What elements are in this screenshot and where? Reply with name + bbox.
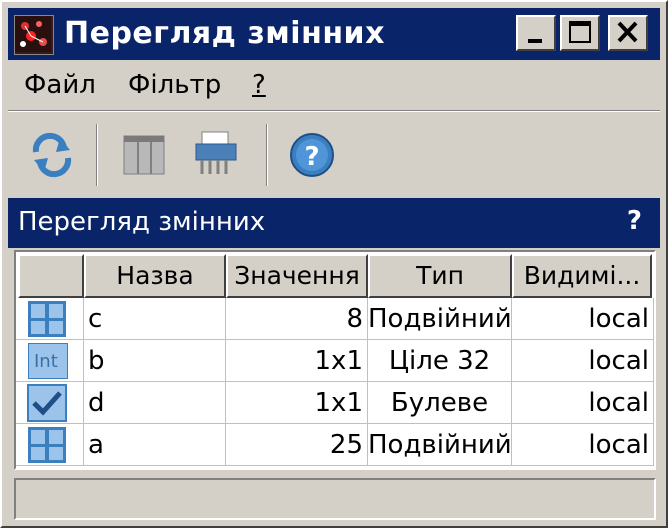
column-header-type[interactable]: Тип (368, 254, 512, 298)
row-value: 1x1 (226, 340, 368, 382)
toolbar-separator (96, 124, 98, 186)
checkmark-icon (27, 384, 67, 422)
panel-title: Перегляд змінних (18, 207, 266, 237)
menu-separator (8, 110, 660, 112)
status-bar (14, 478, 656, 520)
menu-bar: Файл Фільтр ? (8, 64, 660, 108)
row-type: Подвійний (368, 424, 512, 466)
row-icon-cell (16, 424, 84, 466)
row-value: 1x1 (226, 382, 368, 424)
refresh-button[interactable] (24, 128, 80, 182)
table-row[interactable]: a 25 Подвійний local (16, 424, 654, 466)
menu-help[interactable]: ? (252, 70, 266, 100)
close-icon (617, 21, 638, 43)
row-name: d (84, 382, 226, 424)
refresh-icon (32, 132, 72, 178)
row-type: Подвійний (368, 298, 512, 340)
panel-help-button[interactable]: ? (627, 206, 642, 236)
row-name: c (84, 298, 226, 340)
maximize-button[interactable] (560, 15, 600, 51)
row-visibility: local (512, 424, 654, 466)
row-icon-cell (16, 382, 84, 424)
menu-file[interactable]: Файл (24, 70, 96, 100)
toolbar: ? (8, 116, 660, 192)
minimize-button[interactable] (516, 15, 556, 51)
int-icon: Int (28, 343, 68, 379)
shredder-button[interactable] (190, 128, 246, 182)
toolbar-separator (266, 124, 268, 186)
row-icon-cell: Int (16, 340, 84, 382)
row-icon-cell (16, 298, 84, 340)
row-name: a (84, 424, 226, 466)
row-visibility: local (512, 382, 654, 424)
grid-icon (28, 301, 66, 337)
window-title: Перегляд змінних (64, 16, 385, 51)
columns-button[interactable] (118, 128, 174, 182)
table-row[interactable]: Int b 1x1 Ціле 32 local (16, 340, 654, 382)
svg-text:?: ? (304, 142, 319, 172)
row-visibility: local (512, 340, 654, 382)
column-header-value[interactable]: Значення (226, 254, 368, 298)
shredder-icon (195, 131, 237, 174)
title-bar[interactable]: Перегляд змінних (8, 8, 660, 60)
grid-icon (28, 427, 66, 463)
int-icon-label: Int (34, 351, 58, 372)
variables-window: Перегляд змінних Файл Фільтр ? ? Перегля… (0, 0, 668, 528)
columns-icon (123, 135, 165, 175)
table-row[interactable]: c 8 Подвійний local (16, 298, 654, 340)
column-header-name[interactable]: Назва (84, 254, 226, 298)
row-value: 25 (226, 424, 368, 466)
row-visibility: local (512, 298, 654, 340)
help-icon: ? (290, 133, 334, 177)
panel-header: Перегляд змінних ? (8, 198, 660, 248)
close-button[interactable] (608, 15, 648, 51)
app-icon (14, 15, 54, 55)
maximize-icon (569, 21, 591, 43)
table-row[interactable]: d 1x1 Булеве local (16, 382, 654, 424)
help-button[interactable]: ? (284, 128, 340, 182)
minimize-icon (528, 39, 542, 43)
column-header-visibility[interactable]: Видимі... (512, 254, 652, 298)
row-type: Ціле 32 (368, 340, 512, 382)
row-type: Булеве (368, 382, 512, 424)
menu-filter[interactable]: Фільтр (128, 70, 221, 100)
row-name: b (84, 340, 226, 382)
column-header-icon[interactable] (18, 254, 84, 298)
row-value: 8 (226, 298, 368, 340)
variables-table[interactable]: Назва Значення Тип Видимі... c 8 Подвійн… (14, 250, 656, 470)
